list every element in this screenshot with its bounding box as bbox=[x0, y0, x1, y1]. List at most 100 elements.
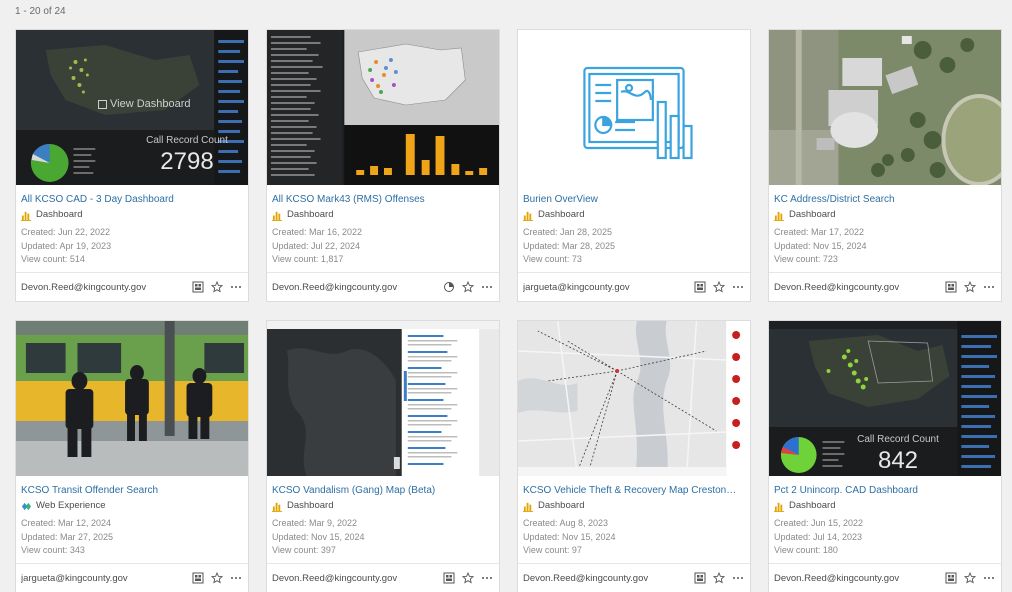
favorite-button[interactable] bbox=[712, 571, 726, 585]
item-card[interactable]: Call Record Count 842 Pct 2 Unincorp. CA… bbox=[768, 320, 1002, 592]
item-owner[interactable]: Devon.Reed@kingcounty.gov bbox=[523, 573, 688, 584]
share-button[interactable] bbox=[442, 571, 456, 585]
more-ellipsis-icon bbox=[733, 286, 743, 288]
item-title[interactable]: Pct 2 Unincorp. CAD Dashboard bbox=[774, 485, 996, 497]
item-card[interactable]: Burien OverView Dashboard Created: Jan 2… bbox=[517, 29, 751, 302]
more-options-button[interactable] bbox=[229, 571, 243, 585]
item-title[interactable]: Burien OverView bbox=[523, 194, 745, 206]
item-card[interactable]: KC Address/District Search Dashboard Cre… bbox=[768, 29, 1002, 302]
favorite-button[interactable] bbox=[963, 571, 977, 585]
more-ellipsis-icon bbox=[984, 286, 994, 288]
item-owner[interactable]: Devon.Reed@kingcounty.gov bbox=[774, 573, 939, 584]
item-created: Created: Mar 12, 2024 bbox=[21, 518, 112, 528]
item-thumbnail[interactable]: View Dashboard Call Record Count 2798 bbox=[16, 30, 248, 185]
item-title[interactable]: KCSO Vandalism (Gang) Map (Beta) bbox=[272, 485, 494, 497]
share-grid-icon bbox=[945, 281, 957, 293]
star-outline-icon bbox=[964, 281, 976, 293]
shared-org-icon bbox=[444, 282, 454, 292]
star-outline-icon bbox=[713, 281, 725, 293]
web-experience-icon bbox=[21, 502, 32, 510]
more-options-button[interactable] bbox=[731, 571, 745, 585]
share-button[interactable] bbox=[693, 280, 707, 294]
more-ellipsis-icon bbox=[482, 286, 492, 288]
favorite-button[interactable] bbox=[461, 571, 475, 585]
favorite-button[interactable] bbox=[210, 280, 224, 294]
item-title[interactable]: KCSO Vehicle Theft & Recovery Map Cresto… bbox=[523, 485, 745, 497]
item-thumbnail[interactable]: Call Record Count 842 bbox=[769, 321, 1001, 476]
star-outline-icon bbox=[211, 281, 223, 293]
item-card[interactable]: All KCSO Mark43 (RMS) Offenses Dashboard… bbox=[266, 29, 500, 302]
dashboard-bar-icon bbox=[523, 502, 534, 512]
dashboard-bar-icon bbox=[774, 211, 785, 221]
star-outline-icon bbox=[462, 572, 474, 584]
item-title[interactable]: All KCSO Mark43 (RMS) Offenses bbox=[272, 194, 494, 206]
item-created: Created: Mar 16, 2022 bbox=[272, 227, 363, 237]
more-options-button[interactable] bbox=[229, 280, 243, 294]
sharing-status-button[interactable] bbox=[442, 280, 456, 294]
view-dashboard-overlay[interactable]: View Dashboard bbox=[98, 98, 191, 110]
item-created: Created: Mar 9, 2022 bbox=[272, 518, 358, 528]
dashboard-bar-icon bbox=[774, 502, 785, 512]
share-grid-icon bbox=[945, 572, 957, 584]
call-record-count-panel: Call Record Count 2798 bbox=[146, 135, 228, 175]
more-options-button[interactable] bbox=[982, 280, 996, 294]
results-count: 1 - 20 of 24 bbox=[15, 6, 66, 17]
item-type: Dashboard bbox=[774, 500, 996, 512]
item-view-count: View count: 397 bbox=[272, 545, 336, 555]
share-button[interactable] bbox=[191, 571, 205, 585]
item-card[interactable]: KCSO Vehicle Theft & Recovery Map Cresto… bbox=[517, 320, 751, 592]
item-owner[interactable]: jargueta@kingcounty.gov bbox=[523, 282, 688, 293]
more-options-button[interactable] bbox=[731, 280, 745, 294]
share-button[interactable] bbox=[944, 571, 958, 585]
item-title[interactable]: KCSO Transit Offender Search bbox=[21, 485, 243, 497]
item-title[interactable]: All KCSO CAD - 3 Day Dashboard bbox=[21, 194, 243, 206]
dashboard-bar-icon bbox=[272, 502, 283, 512]
call-record-count-panel: Call Record Count 842 bbox=[857, 434, 939, 474]
item-title[interactable]: KC Address/District Search bbox=[774, 194, 996, 206]
favorite-button[interactable] bbox=[712, 280, 726, 294]
item-owner[interactable]: Devon.Reed@kingcounty.gov bbox=[272, 573, 437, 584]
item-thumbnail[interactable] bbox=[267, 321, 499, 476]
item-updated: Updated: Jul 22, 2024 bbox=[272, 240, 361, 251]
item-thumbnail[interactable] bbox=[518, 30, 750, 185]
item-owner[interactable]: Devon.Reed@kingcounty.gov bbox=[272, 282, 437, 293]
item-view-count: View count: 514 bbox=[21, 254, 85, 264]
item-owner[interactable]: Devon.Reed@kingcounty.gov bbox=[774, 282, 939, 293]
item-type: Dashboard bbox=[21, 209, 243, 221]
share-grid-icon bbox=[694, 281, 706, 293]
item-card[interactable]: KCSO Transit Offender Search Web Experie… bbox=[15, 320, 249, 592]
item-thumbnail[interactable] bbox=[267, 30, 499, 185]
more-options-button[interactable] bbox=[982, 571, 996, 585]
item-thumbnail[interactable] bbox=[769, 30, 1001, 185]
dashboard-bar-icon bbox=[523, 211, 534, 221]
dashboard-bar-icon bbox=[272, 211, 283, 221]
item-updated: Updated: Jul 14, 2023 bbox=[774, 531, 863, 542]
item-type: Dashboard bbox=[272, 500, 494, 512]
share-button[interactable] bbox=[693, 571, 707, 585]
item-created: Created: Jan 28, 2025 bbox=[523, 227, 613, 237]
favorite-button[interactable] bbox=[210, 571, 224, 585]
item-owner[interactable]: Devon.Reed@kingcounty.gov bbox=[21, 282, 186, 293]
favorite-button[interactable] bbox=[461, 280, 475, 294]
item-thumbnail[interactable] bbox=[518, 321, 750, 476]
share-grid-icon bbox=[192, 281, 204, 293]
item-created: Created: Jun 22, 2022 bbox=[21, 227, 111, 237]
external-link-icon bbox=[98, 99, 107, 109]
more-ellipsis-icon bbox=[231, 286, 241, 288]
star-outline-icon bbox=[462, 281, 474, 293]
share-grid-icon bbox=[192, 572, 204, 584]
item-type: Dashboard bbox=[272, 209, 494, 221]
item-owner[interactable]: jargueta@kingcounty.gov bbox=[21, 573, 186, 584]
item-updated: Updated: Apr 19, 2023 bbox=[21, 240, 112, 251]
item-type: Dashboard bbox=[774, 209, 996, 221]
share-button[interactable] bbox=[191, 280, 205, 294]
more-options-button[interactable] bbox=[480, 280, 494, 294]
item-created: Created: Aug 8, 2023 bbox=[523, 518, 609, 528]
more-options-button[interactable] bbox=[480, 571, 494, 585]
item-card[interactable]: KCSO Vandalism (Gang) Map (Beta) Dashboa… bbox=[266, 320, 500, 592]
item-thumbnail[interactable] bbox=[16, 321, 248, 476]
share-button[interactable] bbox=[944, 280, 958, 294]
favorite-button[interactable] bbox=[963, 280, 977, 294]
item-card[interactable]: View Dashboard Call Record Count 2798 Al… bbox=[15, 29, 249, 302]
item-view-count: View count: 180 bbox=[774, 545, 838, 555]
